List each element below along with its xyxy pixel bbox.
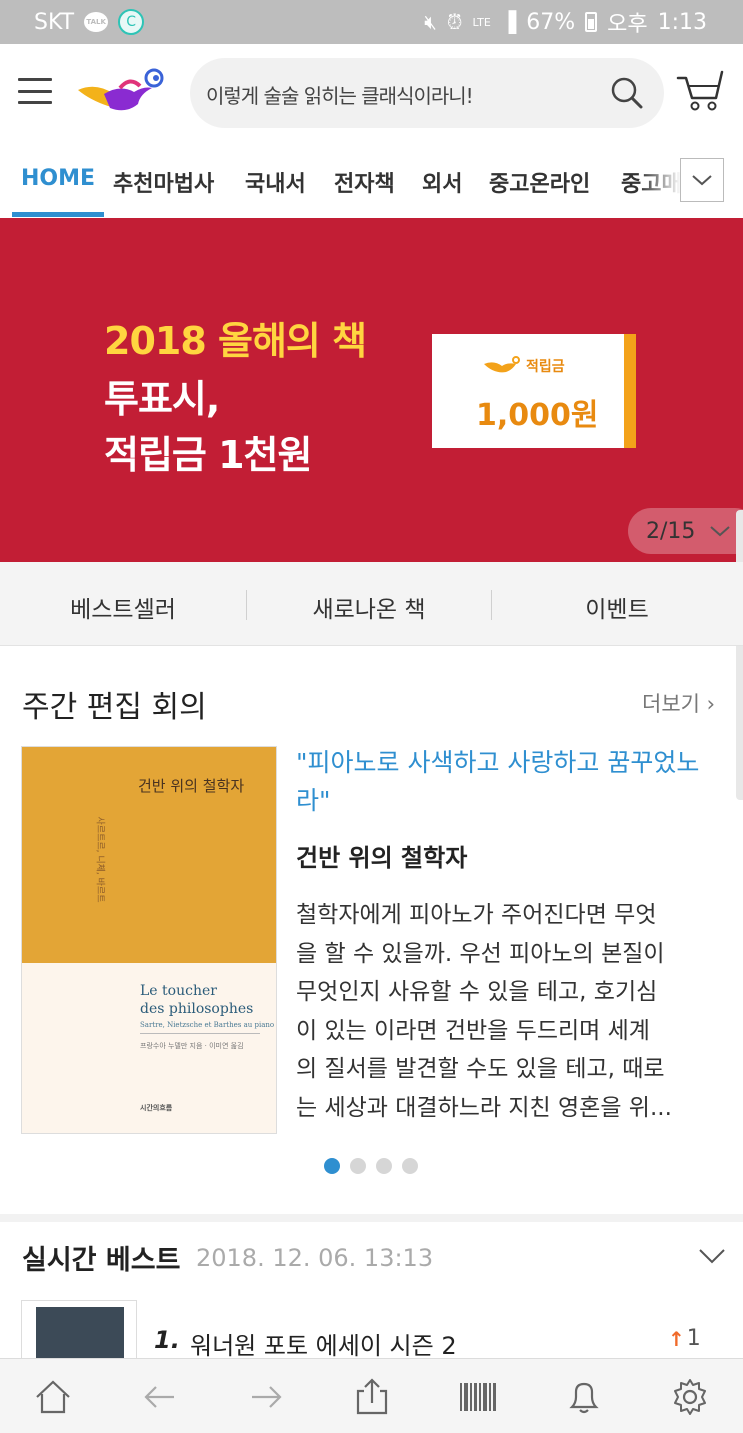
banner-pager[interactable]: 2/15 bbox=[628, 508, 743, 554]
cover-publisher: 시간의흐름 bbox=[140, 1104, 173, 1112]
carousel-dot[interactable] bbox=[376, 1158, 392, 1174]
share-icon[interactable] bbox=[352, 1377, 392, 1417]
points-coupon: 적립금 1,000원 bbox=[432, 334, 636, 448]
realtime-best-timestamp: 2018. 12. 06. 13:13 bbox=[196, 1244, 434, 1272]
forward-icon[interactable] bbox=[246, 1377, 286, 1417]
book-thumbnail[interactable] bbox=[21, 1300, 137, 1361]
cover-title-en: des philosophes bbox=[140, 1001, 254, 1017]
more-link[interactable]: 더보기 › bbox=[642, 688, 715, 718]
lamp-logo[interactable] bbox=[74, 64, 170, 116]
cover-subtitle-en: Sartre, Nietzsche et Barthes au piano bbox=[140, 1021, 275, 1029]
app-header: 이렇게 술술 읽히는 클래식이라니! bbox=[0, 44, 743, 140]
carousel-dot[interactable] bbox=[402, 1158, 418, 1174]
search-bar[interactable]: 이렇게 술술 읽히는 클래식이라니! bbox=[190, 58, 664, 128]
cover-credit: 프랑수아 누델만 지음 · 이미연 옮김 bbox=[140, 1042, 244, 1050]
signal-icon: ▐ bbox=[500, 10, 517, 34]
description-line: 는 세상과 대결하느라 지친 영혼을 위... bbox=[296, 1094, 672, 1121]
status-bar: SKT TALK C 🔇︎ ⏰︎ LTE ▐ 67% 오후 1:13 bbox=[0, 0, 743, 44]
rank-change: ↑ 1 bbox=[668, 1326, 701, 1351]
category-tabs: HOME 추천마법사 국내서 전자책 외서 중고온라인 중고매 bbox=[0, 140, 743, 218]
clock: 1:13 bbox=[657, 9, 707, 35]
carousel-dot[interactable] bbox=[350, 1158, 366, 1174]
chevron-right-icon: › bbox=[706, 692, 716, 716]
banner-headline: 2018 올해의 책 bbox=[104, 319, 367, 363]
rank-number: 1. bbox=[154, 1326, 180, 1354]
chevron-down-icon[interactable] bbox=[698, 1246, 726, 1266]
book-quote[interactable]: "피아노로 사색하고 사랑하고 꿈꾸었노라" bbox=[296, 744, 716, 820]
home-icon[interactable] bbox=[33, 1377, 73, 1417]
expand-tabs-button[interactable] bbox=[680, 158, 724, 202]
tab-foreign-books[interactable]: 외서 bbox=[422, 166, 462, 198]
kakaotalk-icon: TALK bbox=[84, 12, 109, 32]
book-title[interactable]: 건반 위의 철학자 bbox=[296, 838, 467, 873]
section-title: 주간 편집 회의 bbox=[22, 690, 207, 725]
section-divider bbox=[0, 1214, 743, 1222]
browser-toolbar bbox=[0, 1358, 743, 1433]
divider bbox=[491, 590, 492, 620]
barcode-icon[interactable] bbox=[458, 1377, 498, 1417]
coupon-label: 적립금 bbox=[526, 359, 565, 375]
mute-icon: 🔇︎ bbox=[424, 10, 437, 34]
promo-banner[interactable]: 2018 올해의 책 투표시, 적립금 1천원 적립금 1,000원 2/15 bbox=[0, 218, 743, 562]
tab-used-online[interactable]: 중고온라인 bbox=[489, 166, 590, 198]
realtime-best-title: 실시간 베스트 bbox=[22, 1245, 181, 1276]
battery-percent: 67% bbox=[526, 9, 576, 35]
cart-icon[interactable] bbox=[676, 68, 724, 112]
menu-icon[interactable] bbox=[18, 78, 52, 104]
quick-links: 베스트셀러 새로나온 책 이벤트 bbox=[0, 562, 743, 646]
chevron-down-icon bbox=[710, 526, 731, 537]
scroll-indicator bbox=[736, 510, 743, 800]
book-description: 철학자에게 피아노가 주어진다면 무엇 을 할 수 있을까. 우선 피아노의 본… bbox=[296, 896, 714, 1127]
description-line: 철학자에게 피아노가 주어진다면 무엇 bbox=[296, 902, 657, 928]
banner-page-counter: 2/15 bbox=[646, 518, 696, 544]
description-line: 무엇인지 사유할 수 있을 테고, 호기심 bbox=[296, 979, 658, 1005]
back-icon[interactable] bbox=[140, 1377, 180, 1417]
new-books-link[interactable]: 새로나온 책 bbox=[246, 590, 492, 624]
cover-vertical-text: 사르트르, 니체, 바르트 bbox=[94, 816, 105, 903]
description-line: 이 있는 이라면 건반을 두드리며 세계 bbox=[296, 1017, 650, 1044]
tab-ebooks[interactable]: 전자책 bbox=[334, 166, 395, 198]
active-tab-indicator bbox=[12, 212, 104, 217]
more-link-label: 더보기 bbox=[642, 692, 700, 716]
lte-label: LTE bbox=[472, 15, 491, 29]
events-link[interactable]: 이벤트 bbox=[494, 590, 740, 624]
alarm-icon: ⏰︎ bbox=[446, 10, 463, 34]
carrier-label: SKT bbox=[34, 9, 75, 35]
cover-title-en: Le toucher bbox=[140, 983, 217, 999]
carousel-dots bbox=[324, 1158, 418, 1174]
tab-domestic-books[interactable]: 국내서 bbox=[245, 166, 306, 198]
search-input[interactable]: 이렇게 술술 읽히는 클래식이라니! bbox=[206, 80, 474, 109]
tab-recommend-wizard[interactable]: 추천마법사 bbox=[113, 166, 214, 198]
rank-change-value: 1 bbox=[686, 1326, 701, 1351]
settings-icon[interactable] bbox=[670, 1377, 710, 1417]
ampm-label: 오후 bbox=[607, 12, 648, 37]
banner-line-2: 투표시, bbox=[104, 377, 220, 421]
battery-icon bbox=[585, 12, 598, 32]
description-line: 을 할 수 있을까. 우선 피아노의 본질이 bbox=[296, 940, 665, 967]
arrow-up-icon: ↑ bbox=[668, 1326, 685, 1351]
book-cover-image[interactable]: 건반 위의 철학자 사르트르, 니체, 바르트 Le toucher des p… bbox=[21, 746, 277, 1134]
bestseller-link[interactable]: 베스트셀러 bbox=[0, 590, 246, 624]
app-c-icon: C bbox=[118, 9, 145, 35]
chevron-down-icon bbox=[692, 175, 712, 186]
banner-line-3: 적립금 1천원 bbox=[104, 433, 312, 477]
description-line: 의 질서를 발견할 수도 있을 테고, 때로 bbox=[296, 1056, 665, 1082]
lamp-icon bbox=[484, 356, 520, 373]
carousel-dot[interactable] bbox=[324, 1158, 340, 1174]
bell-icon[interactable] bbox=[564, 1377, 604, 1417]
best-book-title[interactable]: 워너원 포토 에세이 시즌 2 bbox=[190, 1326, 457, 1361]
tab-home[interactable]: HOME bbox=[21, 166, 95, 191]
search-icon[interactable] bbox=[610, 76, 644, 110]
coupon-amount: 1,000원 bbox=[476, 398, 599, 433]
cover-title: 건반 위의 철학자 bbox=[138, 777, 245, 795]
